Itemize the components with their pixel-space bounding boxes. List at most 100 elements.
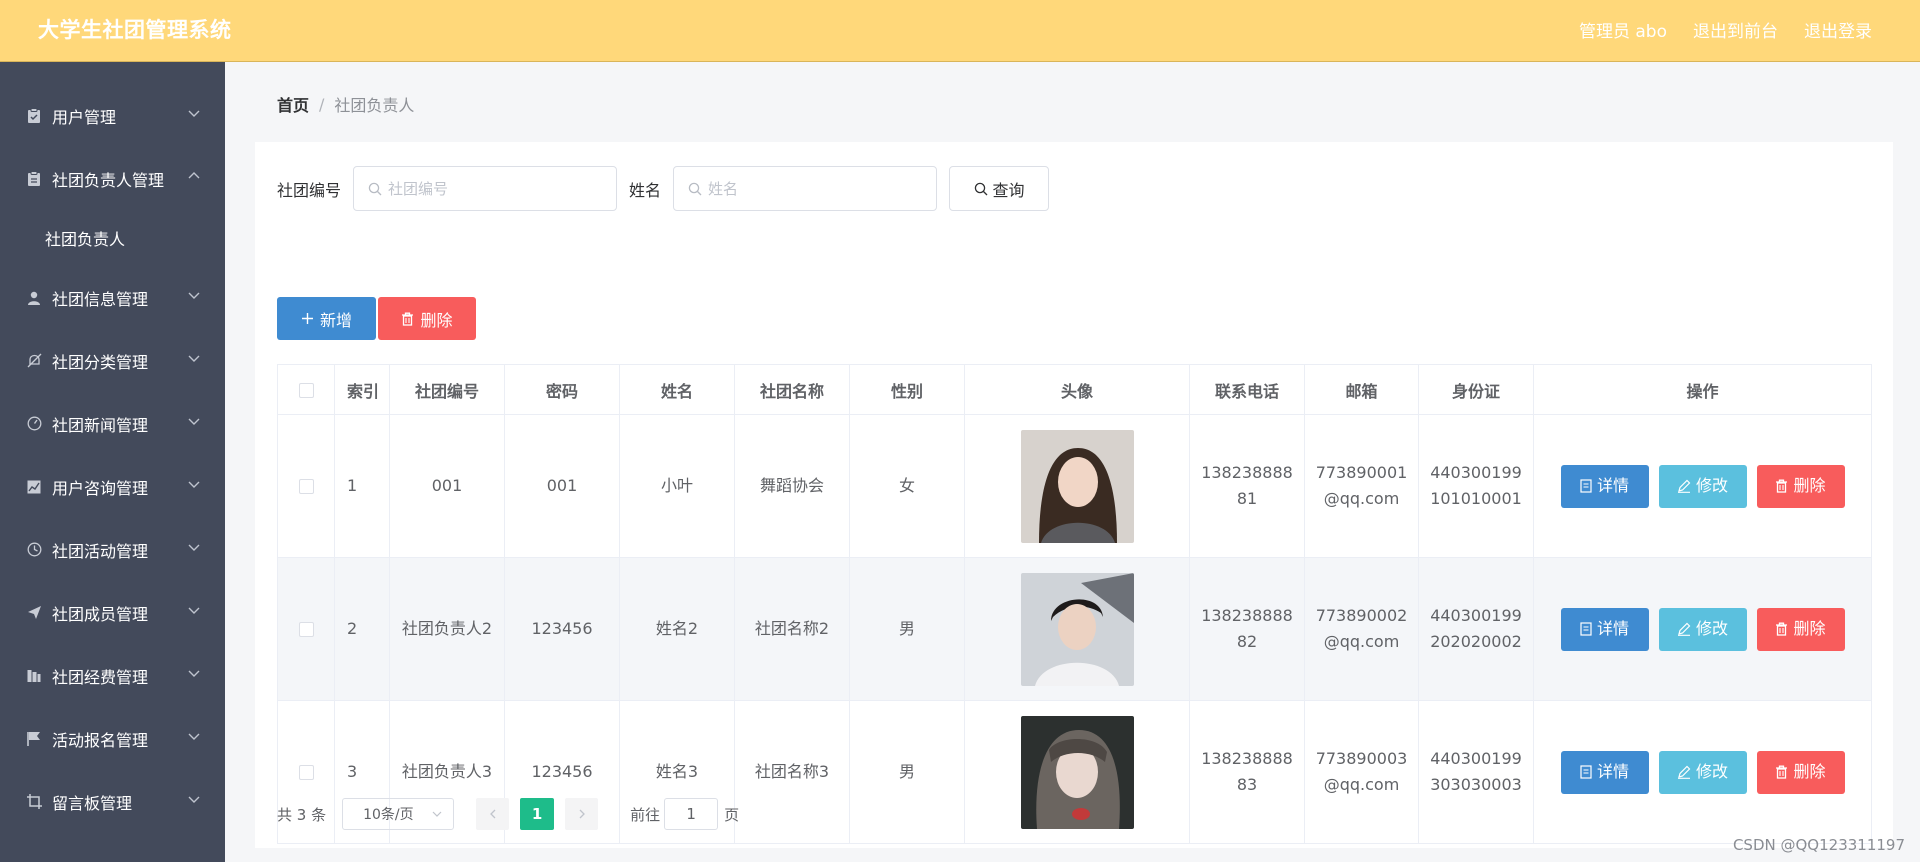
admin-user-label[interactable]: 管理员 abo: [1579, 17, 1667, 42]
name-input-wrapper: [673, 166, 938, 211]
bell-off-icon: [26, 353, 42, 369]
detail-button-label: 详情: [1596, 619, 1629, 638]
edit-button-label: 修改: [1695, 619, 1728, 638]
table-header-row: 索引 社团编号 密码 姓名 社团名称 性别 头像 联系电话 邮箱 身份证 操作: [277, 364, 1872, 415]
sidebar-item-label: 社团负责人管理: [52, 170, 165, 190]
delete-button[interactable]: 删除: [1756, 464, 1845, 508]
col-avatar: 头像: [964, 364, 1190, 415]
cell-phone: 138238888 83: [1189, 700, 1305, 844]
sidebar-item-activity-signup-management[interactable]: 活动报名管理: [0, 707, 225, 770]
sidebar-item-club-info-management[interactable]: 社团信息管理: [0, 266, 225, 329]
detail-button[interactable]: 详情: [1560, 607, 1649, 651]
delete-button-label: 删除: [1793, 762, 1826, 781]
chevron-down-icon: [188, 670, 200, 677]
avatar: [1020, 715, 1134, 829]
chevron-down-icon: [188, 544, 200, 551]
edit-button[interactable]: 修改: [1658, 607, 1747, 651]
query-button-label: 查询: [992, 180, 1025, 200]
search-form: 社团编号 姓名 查询: [277, 166, 1050, 211]
sidebar-item-club-funds-management[interactable]: 社团经费管理: [0, 644, 225, 707]
chevron-down-icon: [188, 292, 200, 299]
edit-button[interactable]: 修改: [1658, 750, 1747, 794]
prev-page-button[interactable]: [476, 798, 510, 830]
query-button[interactable]: 查询: [949, 166, 1050, 211]
col-index: 索引: [334, 364, 390, 415]
chevron-right-icon: [579, 809, 585, 819]
cell-password: 123456: [504, 557, 620, 701]
edit-button[interactable]: 修改: [1658, 464, 1747, 508]
row-checkbox[interactable]: [298, 622, 314, 637]
logout-link[interactable]: 退出登录: [1804, 17, 1872, 42]
email-line-1: 773890001: [1315, 463, 1408, 482]
bulk-delete-button[interactable]: 删除: [378, 297, 476, 340]
plus-icon: [301, 312, 314, 325]
phone-line-1: 138238888: [1201, 606, 1293, 625]
cell-operations: 详情 修改 删除: [1533, 414, 1872, 558]
chevron-down-icon: [188, 607, 200, 614]
col-email: 邮箱: [1304, 364, 1419, 415]
cell-avatar: [964, 414, 1190, 558]
page-size-select[interactable]: 10条/页: [342, 798, 455, 830]
id-line-2: 303030003: [1430, 775, 1522, 794]
next-page-button[interactable]: [565, 798, 599, 830]
goto-page-input[interactable]: [664, 798, 719, 830]
avatar: [1020, 429, 1134, 543]
sidebar-subitem-club-leader[interactable]: 社团负责人: [0, 210, 225, 266]
email-line-1: 773890002: [1315, 606, 1408, 625]
sidebar-item-message-board-management[interactable]: 留言板管理: [0, 770, 225, 833]
delete-button[interactable]: 删除: [1756, 607, 1845, 651]
sidebar-item-label: 社团新闻管理: [52, 415, 149, 435]
breadcrumb-home[interactable]: 首页: [277, 92, 309, 116]
col-name: 姓名: [619, 364, 735, 415]
pagination: 共 3 条 10条/页 1 前往 页: [277, 798, 739, 830]
action-toolbar: 新增 删除: [277, 297, 476, 340]
cell-club-name: 社团名称2: [734, 557, 850, 701]
sidebar-item-label: 用户咨询管理: [52, 478, 149, 498]
row-checkbox[interactable]: [298, 479, 314, 494]
sidebar-item-club-leader-management[interactable]: 社团负责人管理: [0, 147, 225, 210]
phone-line-1: 138238888: [1201, 749, 1293, 768]
cell-gender: 女: [849, 414, 965, 558]
pencil-icon: [1677, 479, 1691, 493]
cell-id-card: 440300199 303030003: [1418, 700, 1534, 844]
id-line-2: 202020002: [1430, 632, 1522, 651]
detail-button[interactable]: 详情: [1560, 464, 1649, 508]
sidebar-item-club-activity-management[interactable]: 社团活动管理: [0, 518, 225, 581]
table-row: 1 001 001 小叶 舞蹈协会 女 138238888 81 7738900…: [277, 414, 1872, 558]
cell-email: 773890001 @qq.com: [1304, 414, 1419, 558]
delete-button[interactable]: 删除: [1756, 750, 1845, 794]
search-icon: [368, 182, 382, 195]
cell-index: 2: [334, 557, 390, 701]
page-number-active[interactable]: 1: [520, 798, 555, 830]
chevron-down-icon: [432, 811, 442, 817]
phone-line-2: 81: [1236, 489, 1258, 508]
club-no-input[interactable]: [388, 179, 609, 198]
sidebar-item-user-consult-management[interactable]: 用户咨询管理: [0, 455, 225, 518]
select-all-checkbox[interactable]: [298, 383, 314, 398]
pencil-icon: [1677, 765, 1691, 779]
detail-button[interactable]: 详情: [1560, 750, 1649, 794]
delete-button-label: 删除: [1793, 619, 1826, 638]
sidebar-item-user-management[interactable]: 用户管理: [0, 84, 225, 147]
name-input[interactable]: [708, 179, 929, 198]
sidebar: 用户管理 社团负责人管理 社团负责人 社团信息管理 社团分类管理 社团新闻管理 …: [0, 62, 225, 862]
cell-operations: 详情 修改 删除: [1533, 557, 1872, 701]
sidebar-item-club-news-management[interactable]: 社团新闻管理: [0, 392, 225, 455]
document-icon: [1580, 765, 1592, 779]
search-icon: [974, 182, 987, 195]
sidebar-item-club-member-management[interactable]: 社团成员管理: [0, 581, 225, 644]
document-icon: [1580, 479, 1592, 493]
top-header: 大学生社团管理系统 管理员 abo 退出到前台 退出登录: [0, 0, 1920, 62]
trash-icon: [1775, 479, 1788, 493]
back-to-front-link[interactable]: 退出到前台: [1693, 17, 1778, 42]
add-button[interactable]: 新增: [277, 297, 376, 340]
row-checkbox[interactable]: [298, 765, 314, 780]
sidebar-item-club-category-management[interactable]: 社团分类管理: [0, 329, 225, 392]
table-row: 2 社团负责人2 123456 姓名2 社团名称2 男 138238888 82…: [277, 557, 1872, 701]
page-unit-label: 页: [724, 805, 740, 824]
chevron-down-icon: [188, 418, 200, 425]
phone-line-2: 82: [1236, 632, 1258, 651]
col-password: 密码: [504, 364, 620, 415]
col-id-card: 身份证: [1418, 364, 1534, 415]
trash-icon: [1775, 622, 1788, 636]
